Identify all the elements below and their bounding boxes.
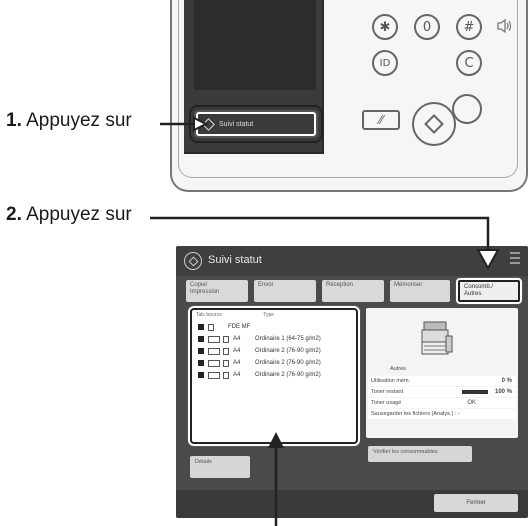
instruction-arrows [150,105,500,526]
